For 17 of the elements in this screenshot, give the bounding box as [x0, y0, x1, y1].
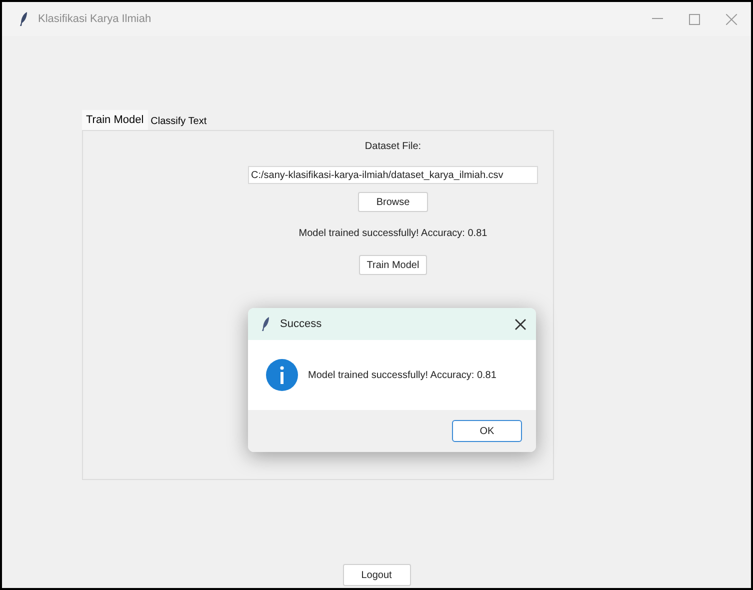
logout-button[interactable]: Logout [342, 564, 410, 586]
minimize-icon[interactable] [652, 18, 663, 20]
maximize-icon[interactable] [689, 14, 700, 24]
browse-button[interactable]: Browse [358, 192, 428, 212]
feather-icon [262, 317, 270, 331]
window-title: Klasifikasi Karya Ilmiah [38, 12, 152, 27]
dialog-title: Success [280, 316, 322, 332]
status-message: Model trained successfully! Accuracy: 0.81 [298, 227, 488, 241]
feather-icon [20, 12, 28, 26]
dataset-path-field[interactable]: C:/sany-klasifikasi-karya-ilmiah/dataset_karya_ilmiah.csv [248, 166, 538, 184]
dialog-message: Model trained successfully! Accuracy: 0.81 [308, 368, 496, 382]
train-model-button[interactable]: Train Model [359, 255, 427, 275]
tab[interactable]: Train Model [82, 110, 148, 130]
dataset-label: Dataset File: [364, 140, 422, 154]
info-icon [266, 359, 298, 391]
ok-button[interactable]: OK [452, 420, 522, 442]
close-icon[interactable] [515, 318, 526, 330]
